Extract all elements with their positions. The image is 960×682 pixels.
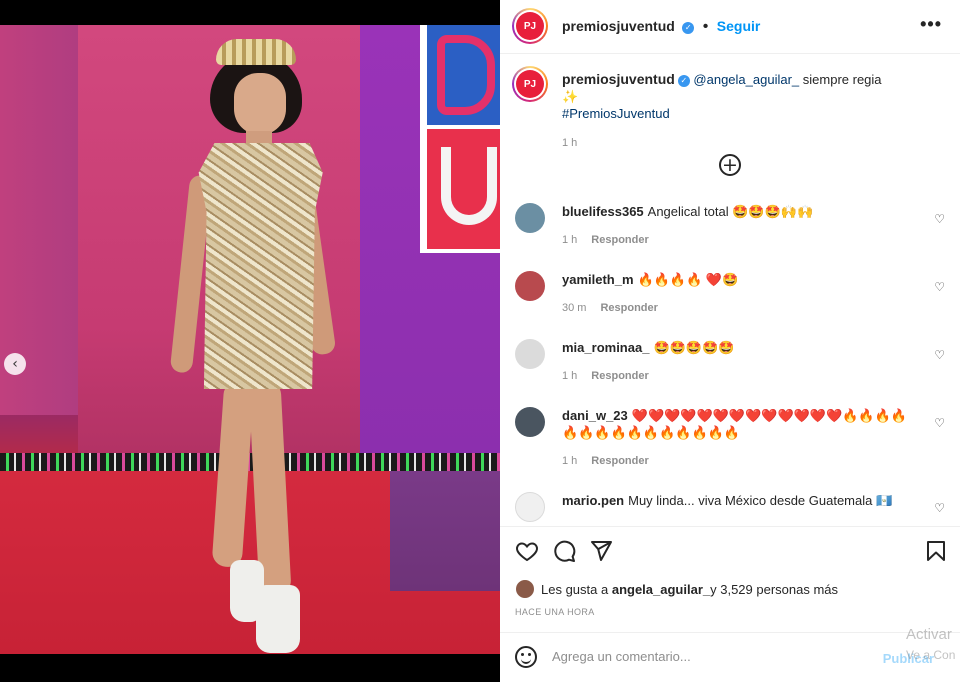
comment-avatar[interactable] [515,203,545,233]
comment-input[interactable] [552,649,852,664]
emoji-icon[interactable] [515,646,537,668]
platform-shoe-right [256,585,300,653]
comment-username[interactable]: mia_rominaa_ [562,340,649,355]
comment-username[interactable]: mario.pen [562,493,624,508]
comment-avatar[interactable] [515,407,545,437]
os-activation-watermark-sub: Ve a Con [906,648,956,662]
comment-like-icon[interactable]: ♡ [934,501,945,515]
caption-hashtag[interactable]: #PremiosJuventud [562,106,670,121]
more-options-icon[interactable]: ••• [920,14,942,35]
comment-username[interactable]: bluelifess365 [562,204,644,219]
add-comment-bar: Publicar [500,632,960,682]
comment-avatar-default[interactable] [515,339,545,369]
univision-logo-panel [427,129,500,249]
comment-like-icon[interactable]: ♡ [934,348,945,362]
liker-username[interactable]: angela_aguilar_ [612,582,710,597]
heart-icon[interactable] [515,539,539,563]
comment-text: 🔥🔥🔥🔥 ❤️🤩 [637,272,739,287]
pj-logo-panel [427,25,500,125]
comment-text: Angelical total 🤩🤩🤩🙌🙌 [647,204,814,219]
follow-button[interactable]: Seguir [717,18,761,34]
comment-like-icon[interactable]: ♡ [934,416,945,430]
carousel-prev-button[interactable]: ‹ [4,353,26,375]
verified-badge-icon: ✓ [677,75,690,87]
comment-time[interactable]: 1 h [562,455,577,467]
comment-time[interactable]: 1 h [562,234,577,246]
comment-icon[interactable] [552,539,576,563]
comment-text: 🤩🤩🤩🤩🤩 [653,340,735,355]
likes-count[interactable]: y 3,529 personas más [710,582,838,597]
post-timestamp[interactable]: HACE UNA HORA [515,607,595,617]
comment-like-icon[interactable]: ♡ [934,212,945,226]
person-face [234,73,286,135]
account-avatar[interactable]: PJ [512,8,548,44]
caption-mention[interactable]: @angela_aguilar_ [693,72,799,87]
caption-avatar[interactable]: PJ [512,66,548,102]
reply-button[interactable]: Responder [591,370,648,382]
comment-time[interactable]: 1 h [562,370,577,382]
comment-avatar[interactable] [515,492,545,522]
caption-time[interactable]: 1 h [562,135,892,152]
likes-prefix: Les gusta a [541,581,609,597]
comment-username[interactable]: yamileth_m [562,272,634,287]
post-actions: Les gusta a angela_aguilar_ y 3,529 pers… [500,526,960,636]
post-panel: PJ premiosjuventud ✓ • Seguir ••• PJ pre… [500,0,960,682]
send-icon[interactable] [589,539,613,563]
post-header: PJ premiosjuventud ✓ • Seguir ••• [500,0,960,54]
likes-summary: Les gusta a angela_aguilar_ y 3,529 pers… [515,579,838,599]
load-more-comments-icon[interactable]: + [719,154,741,176]
reply-button[interactable]: Responder [591,234,648,246]
sequin-dress [198,143,323,389]
os-activation-watermark: Activar [906,626,952,643]
comment-avatar[interactable] [515,271,545,301]
post-photo[interactable]: ‹ [0,25,500,654]
comment-username[interactable]: dani_w_23 [562,408,628,423]
post-caption: premiosjuventud ✓ @angela_aguilar_ siempr… [562,71,892,152]
stage-step [390,471,500,591]
verified-badge-icon: ✓ [682,22,695,34]
comment-time[interactable]: 30 m [562,302,586,314]
liker-avatar[interactable] [515,579,535,599]
led-light-strip [0,453,500,471]
caption-username[interactable]: premiosjuventud [562,71,675,87]
bookmark-icon[interactable] [924,539,948,563]
comment-text: Muy linda... viva México desde Guatemala… [628,493,893,508]
reply-button[interactable]: Responder [591,455,648,467]
flower-crown [216,39,296,65]
account-name[interactable]: premiosjuventud [562,18,675,34]
comment-like-icon[interactable]: ♡ [934,280,945,294]
brand-logo: PJ [516,70,544,98]
brand-logo: PJ [516,12,544,40]
reply-button[interactable]: Responder [600,302,657,314]
